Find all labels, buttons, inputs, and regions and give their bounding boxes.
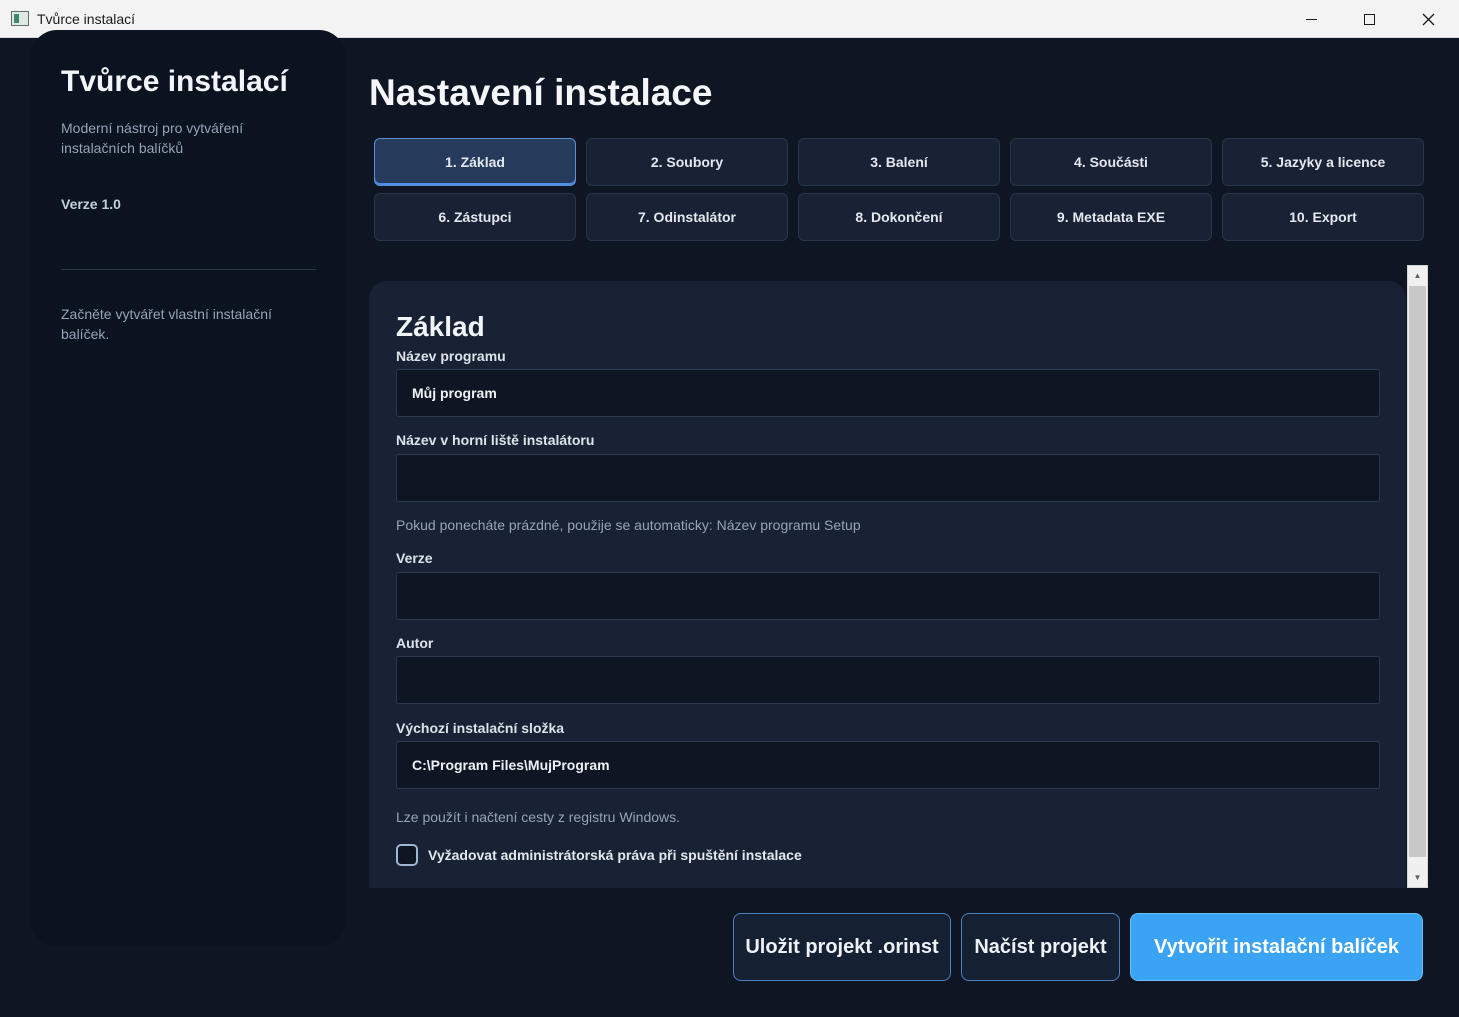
- tab-soubory[interactable]: 2. Soubory: [586, 138, 788, 186]
- save-project-button[interactable]: Uložit projekt .orinst: [733, 913, 951, 981]
- window-title-input[interactable]: [396, 454, 1380, 502]
- sidebar-title: Tvůrce instalací: [61, 65, 288, 98]
- admin-checkbox-label[interactable]: Vyžadovat administrátorská práva při spu…: [428, 847, 802, 863]
- install-dir-input[interactable]: C:\Program Files\MujProgram: [396, 741, 1380, 789]
- build-installer-button[interactable]: Vytvořit instalační balíček: [1130, 913, 1423, 981]
- tab-zastupci[interactable]: 6. Zástupci: [374, 193, 576, 241]
- tab-baleni[interactable]: 3. Balení: [798, 138, 1000, 186]
- close-button[interactable]: [1399, 0, 1457, 38]
- minimize-button[interactable]: [1282, 0, 1340, 38]
- install-dir-label: Výchozí instalační složka: [396, 720, 565, 736]
- sidebar-note: Začněte vytvářet vlastní instalační balí…: [61, 306, 272, 342]
- sidebar-version: Verze 1.0: [61, 196, 121, 212]
- close-icon: [1422, 13, 1434, 25]
- load-project-button[interactable]: Načíst projekt: [961, 913, 1120, 981]
- version-input[interactable]: [396, 572, 1380, 620]
- form-scrollbar[interactable]: ▲ ▼: [1407, 265, 1428, 888]
- maximize-button[interactable]: [1340, 0, 1398, 38]
- sidebar-divider: [61, 269, 316, 270]
- triangle-down-icon: ▼: [1413, 873, 1422, 882]
- tab-metadata-exe[interactable]: 9. Metadata EXE: [1010, 193, 1212, 241]
- tab-odinstalator[interactable]: 7. Odinstalátor: [586, 193, 788, 241]
- scroll-up-button[interactable]: ▲: [1408, 266, 1427, 285]
- author-input[interactable]: [396, 656, 1380, 704]
- window-title: Tvůrce instalací: [37, 11, 136, 27]
- triangle-up-icon: ▲: [1413, 271, 1422, 280]
- sidebar-subtitle: Moderní nástroj pro vytváření instalační…: [61, 120, 244, 156]
- app-icon: [11, 11, 29, 26]
- minimize-icon: [1305, 18, 1317, 20]
- tab-zaklad[interactable]: 1. Základ: [374, 138, 576, 186]
- sidebar: Tvůrce instalací Moderní nástroj pro vyt…: [31, 30, 345, 947]
- program-name-input[interactable]: Můj program: [396, 369, 1380, 417]
- admin-checkbox[interactable]: [396, 844, 418, 866]
- page-title: Nastavení instalace: [369, 72, 713, 113]
- tab-jazyky-a-licence[interactable]: 5. Jazyky a licence: [1222, 138, 1424, 186]
- section-title: Základ: [396, 311, 485, 342]
- scrollbar-thumb[interactable]: [1409, 286, 1426, 857]
- window-title-hint: Pokud ponecháte prázdné, použije se auto…: [396, 517, 861, 533]
- maximize-icon: [1363, 13, 1375, 25]
- tab-dokonceni[interactable]: 8. Dokončení: [798, 193, 1000, 241]
- author-label: Autor: [396, 635, 434, 651]
- scroll-down-button[interactable]: ▼: [1408, 868, 1427, 887]
- tab-export[interactable]: 10. Export: [1222, 193, 1424, 241]
- window-title-label: Název v horní liště instalátoru: [396, 432, 595, 448]
- version-label: Verze: [396, 550, 433, 566]
- program-name-label: Název programu: [396, 348, 506, 364]
- form-panel: Základ Název programu Můj program Název …: [369, 281, 1406, 888]
- install-dir-hint: Lze použít i načtení cesty z registru Wi…: [396, 809, 681, 825]
- tab-soucasti[interactable]: 4. Součásti: [1010, 138, 1212, 186]
